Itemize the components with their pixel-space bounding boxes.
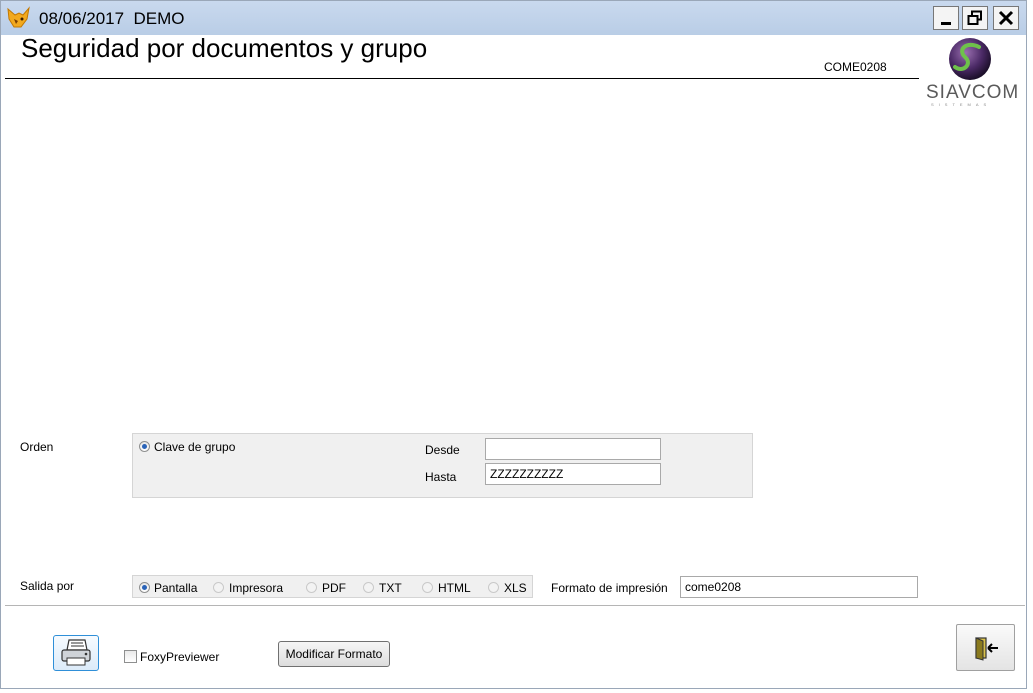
minimize-icon: [941, 22, 951, 25]
pdf-label: PDF: [322, 581, 346, 595]
print-button[interactable]: [53, 635, 99, 671]
impresora-label: Impresora: [229, 581, 284, 595]
hasta-label: Hasta: [425, 470, 457, 484]
formato-label: Formato de impresión: [551, 581, 668, 595]
xls-radio[interactable]: [488, 582, 499, 593]
window-title: 08/06/2017 DEMO: [39, 9, 185, 28]
restore-button[interactable]: [962, 6, 988, 30]
foxypreviewer-label: FoxyPreviewer: [140, 650, 220, 664]
logo-subtext: SISTEMAS: [931, 102, 992, 107]
clave-grupo-radio[interactable]: [139, 441, 150, 452]
foxypreviewer-checkbox[interactable]: [124, 650, 137, 663]
page-title: Seguridad por documentos y grupo: [21, 33, 428, 63]
clave-grupo-label: Clave de grupo: [154, 440, 236, 454]
close-icon: [998, 10, 1014, 26]
salida-label: Salida por: [20, 579, 75, 593]
form-code: COME0208: [824, 60, 887, 74]
hasta-input[interactable]: [485, 463, 661, 485]
app-window: 08/06/2017 DEMO Seguridad por documentos…: [0, 0, 1027, 689]
pantalla-radio[interactable]: [139, 582, 150, 593]
txt-label: TXT: [379, 581, 402, 595]
html-radio[interactable]: [422, 582, 433, 593]
minimize-button[interactable]: [933, 6, 959, 30]
pantalla-label: Pantalla: [154, 581, 198, 595]
pdf-radio[interactable]: [306, 582, 317, 593]
logo-text: SIAVCOM: [926, 82, 1020, 103]
title-bar[interactable]: 08/06/2017 DEMO: [1, 1, 1026, 35]
desde-input[interactable]: [485, 438, 661, 460]
exit-door-icon: [974, 636, 998, 661]
formato-input[interactable]: [680, 576, 918, 598]
printer-icon: [61, 639, 91, 666]
orden-label: Orden: [20, 440, 54, 454]
html-label: HTML: [438, 581, 471, 595]
xls-label: XLS: [504, 581, 527, 595]
close-button[interactable]: [993, 6, 1019, 30]
impresora-radio[interactable]: [213, 582, 224, 593]
header-divider: [5, 78, 919, 79]
txt-radio[interactable]: [363, 582, 374, 593]
restore-icon: [967, 10, 982, 25]
exit-button[interactable]: [956, 624, 1015, 671]
modificar-formato-button[interactable]: Modificar Formato: [278, 641, 390, 667]
desde-label: Desde: [425, 443, 460, 457]
fox-app-icon: [7, 6, 30, 28]
footer-divider: [5, 605, 1025, 606]
